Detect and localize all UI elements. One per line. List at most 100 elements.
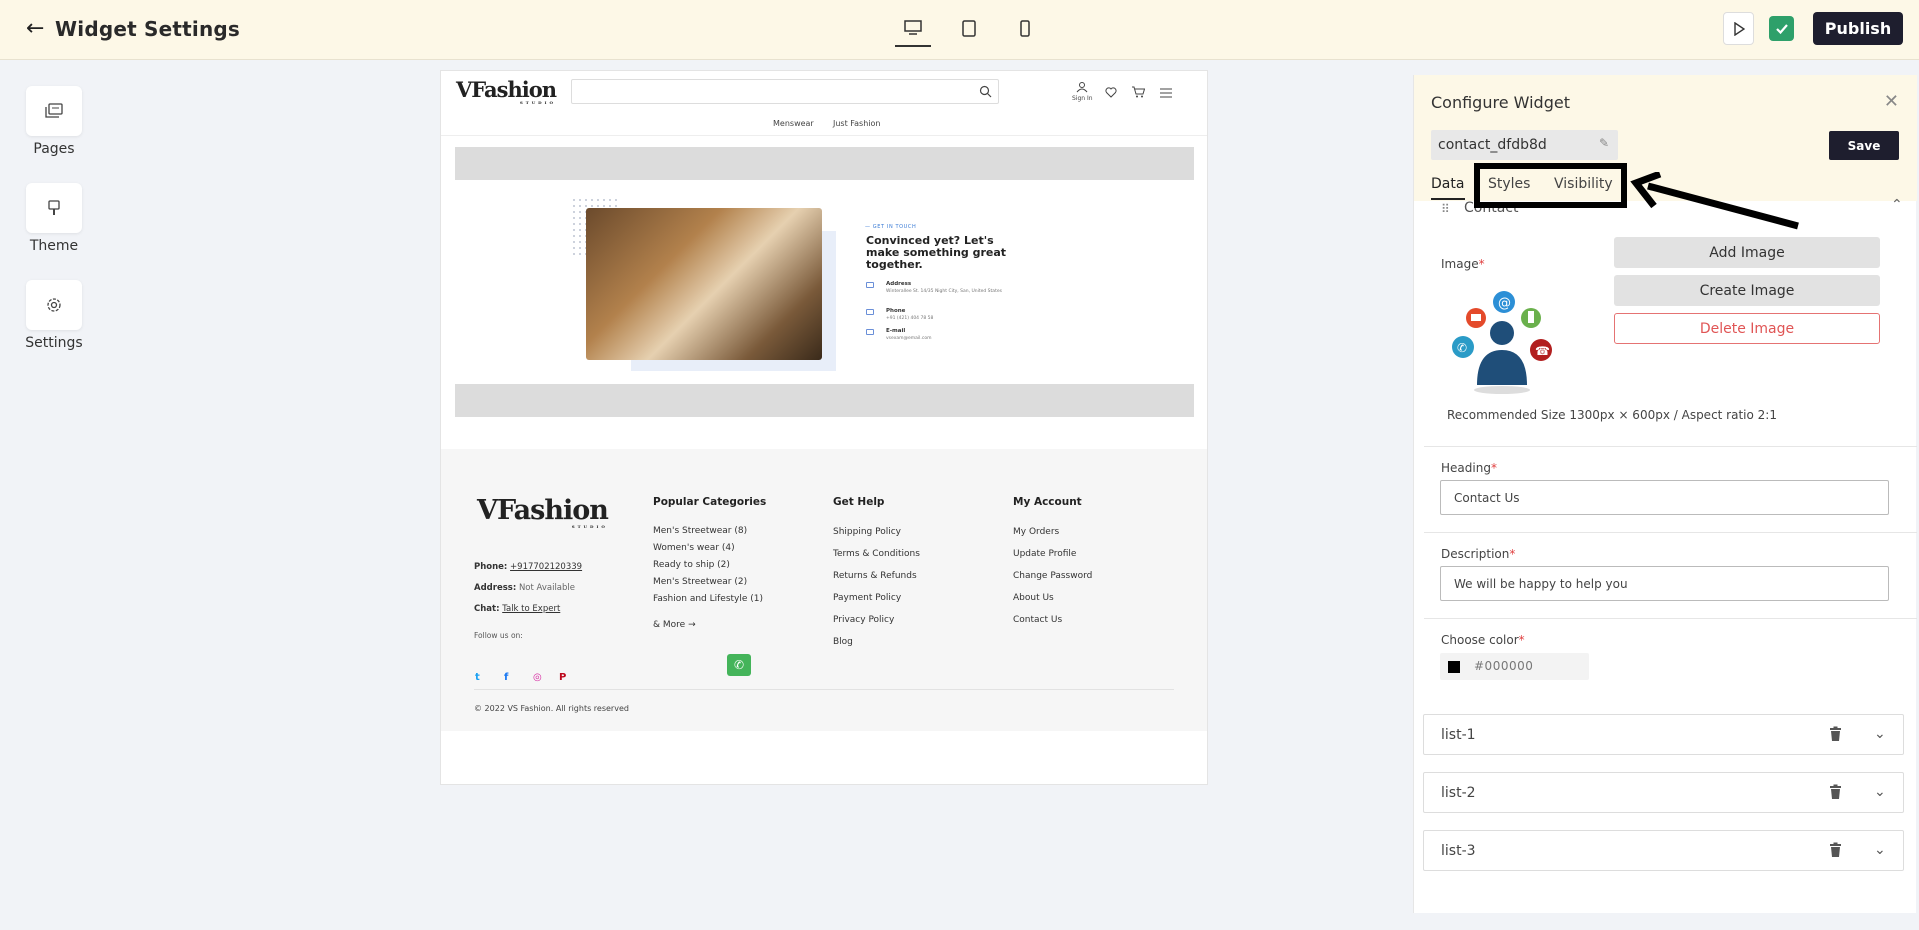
footer-link[interactable]: Women's wear (4) [653,543,735,553]
save-button[interactable]: Save [1829,131,1899,160]
color-label: Choose color* [1441,633,1525,647]
paint-brush-icon [48,200,60,215]
divider [1424,532,1917,533]
pinterest-icon[interactable]: P [559,672,566,683]
email-value: vsexam@email.com [886,336,932,341]
chevron-down-icon[interactable]: ⌄ [1874,726,1886,742]
follow-label: Follow us on: [474,631,523,640]
store-nav-menswear[interactable]: Menswear [773,119,814,128]
store-nav-just-fashion[interactable]: Just Fashion [833,119,880,128]
footer-more-link[interactable]: & More → [653,620,696,630]
sidebar-item-pages[interactable] [26,86,82,136]
contact-team-photo [586,208,822,360]
twitter-icon[interactable]: t [475,672,480,683]
nav-divider [441,135,1207,136]
svg-text:@: @ [1498,296,1511,311]
user-account-link[interactable]: Sign In [1072,78,1093,102]
active-view-indicator [895,45,931,47]
footer-link[interactable]: Payment Policy [833,593,901,603]
instagram-icon[interactable]: ◎ [533,672,542,683]
footer-link[interactable]: Men's Streetwear (8) [653,526,747,536]
footer-link[interactable]: Update Profile [1013,549,1076,559]
footer-col-categories-title: Popular Categories [653,496,767,508]
color-swatch[interactable] [1448,661,1460,673]
drag-handle-icon[interactable]: ⠿ [1441,202,1450,216]
footer-chat-label: Chat: [474,604,500,614]
widget-name-field[interactable]: contact_dfdb8d [1431,130,1618,160]
active-tab-indicator [1431,198,1465,200]
color-hex-value: #000000 [1474,659,1534,673]
address-value: Winterallee St. 14/35 Night City, San, U… [886,289,1002,294]
list-item-accordion[interactable]: list-1 ⌄ [1423,714,1904,755]
user-icon [1076,82,1088,93]
annotation-arrow [1630,172,1799,230]
footer-link[interactable]: Contact Us [1013,615,1062,625]
footer-link[interactable]: My Orders [1013,527,1059,537]
back-arrow-icon[interactable]: ← [26,16,44,41]
trash-icon[interactable] [1829,784,1842,800]
close-icon[interactable]: ✕ [1884,91,1899,112]
publish-button[interactable]: Publish [1813,12,1903,45]
footer-address-value: Not Available [518,583,576,593]
list-item-accordion[interactable]: list-3 ⌄ [1423,830,1904,871]
whatsapp-icon: ✆ [733,658,745,672]
facebook-icon[interactable]: f [504,672,508,683]
chevron-up-icon[interactable]: ⌃ [1891,197,1903,213]
pencil-icon[interactable]: ✎ [1599,136,1609,150]
chevron-down-icon[interactable]: ⌄ [1874,784,1886,800]
desktop-view-icon[interactable] [903,18,923,38]
footer-link[interactable]: Men's Streetwear (2) [653,577,747,587]
color-picker-input[interactable]: #000000 [1440,653,1589,680]
top-bar: ← Widget Settings Publish [0,0,1919,60]
sidebar-item-settings[interactable] [26,280,82,330]
trash-icon[interactable] [1829,726,1842,742]
gear-icon [47,298,61,312]
tab-data[interactable]: Data [1431,176,1464,192]
whatsapp-chat-button[interactable]: ✆ [727,654,751,676]
preview-button[interactable] [1723,12,1754,45]
store-search-input[interactable] [571,79,999,104]
sidebar-label-pages: Pages [33,141,75,157]
heart-icon[interactable] [1105,83,1117,102]
page-title: Widget Settings [55,17,241,41]
footer-chat-link[interactable]: Talk to Expert [502,604,560,614]
footer-link[interactable]: Blog [833,637,853,647]
footer-link[interactable]: About Us [1013,593,1054,603]
menu-icon[interactable] [1160,83,1172,102]
footer-link[interactable]: Privacy Policy [833,615,894,625]
list-title: list-3 [1441,843,1476,859]
create-image-button[interactable]: Create Image [1614,275,1880,306]
save-status-button[interactable] [1769,16,1794,41]
trash-icon[interactable] [1829,842,1842,858]
phone-label: Phone [886,308,906,314]
divider [1424,618,1917,619]
footer-link[interactable]: Ready to ship (2) [653,560,730,570]
sidebar-item-theme[interactable] [26,183,82,233]
footer-link[interactable]: Returns & Refunds [833,571,917,581]
footer-link[interactable]: Fashion and Lifestyle (1) [653,594,763,604]
annotation-highlight-box [1474,163,1627,208]
email-label: E-mail [886,328,906,334]
description-input[interactable]: We will be happy to help you [1440,566,1889,601]
store-logo[interactable]: VFashion STUDIO [456,77,557,105]
heading-input[interactable]: Contact Us [1440,480,1889,515]
contact-heading: Convinced yet? Let's make something grea… [866,234,1007,271]
heading-label: Heading* [1441,461,1497,475]
mobile-view-icon[interactable] [1015,18,1035,38]
footer-phone-link[interactable]: +917702120339 [510,562,582,572]
list-item-accordion[interactable]: list-2 ⌄ [1423,772,1904,813]
svg-text:☎: ☎ [1535,344,1550,358]
cart-icon[interactable] [1131,83,1146,102]
play-icon [1733,21,1745,36]
list-title: list-2 [1441,785,1476,801]
phone-icon [866,309,874,315]
tablet-view-icon[interactable] [959,18,979,38]
chevron-down-icon[interactable]: ⌄ [1874,842,1886,858]
footer-link[interactable]: Shipping Policy [833,527,901,537]
delete-image-button[interactable]: Delete Image [1614,313,1880,344]
footer-link[interactable]: Terms & Conditions [833,549,920,559]
copyright-text: © 2022 VS Fashion. All rights reserved [474,704,629,713]
list-title: list-1 [1441,727,1476,743]
footer-link[interactable]: Change Password [1013,571,1092,581]
add-image-button[interactable]: Add Image [1614,237,1880,268]
